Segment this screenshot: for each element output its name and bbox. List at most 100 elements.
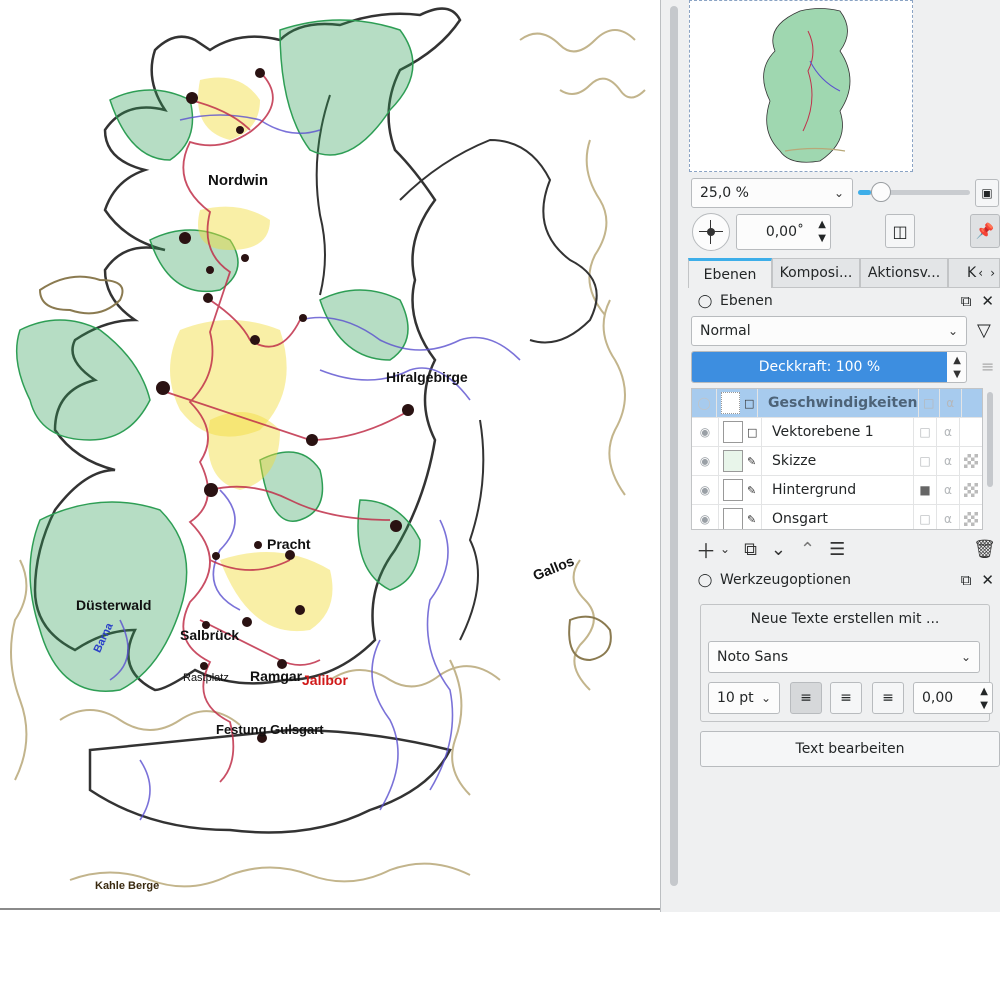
move-layer-up-icon[interactable]: ⌃ (800, 539, 815, 560)
tool-options-title-text: Werkzeugoptionen (720, 572, 851, 588)
alpha-lock-icon[interactable]: α (939, 389, 960, 417)
filter-icon[interactable]: ▽ (977, 320, 991, 341)
alpha-lock-icon[interactable]: α (936, 418, 959, 446)
letter-spacing-spinbox[interactable]: 0,00 ▲ ▼ (913, 682, 993, 714)
close-docker-icon[interactable]: ✕ (981, 571, 994, 589)
inherit-alpha-icon[interactable] (959, 447, 982, 475)
align-center-icon: ≡ (840, 690, 852, 706)
lock-icon[interactable]: □ (917, 389, 939, 417)
rotation-spinbox[interactable]: 0,00˚ ▲ ▼ (736, 214, 831, 250)
map-label-kahle-berge: Kahle Berge (95, 880, 160, 892)
layer-row[interactable]: ◉ ✎ Hintergrund ■ α (692, 476, 982, 505)
visibility-eye-icon[interactable]: ◉ (692, 447, 719, 475)
canvas-vertical-scrollbar[interactable] (660, 0, 689, 912)
blend-mode-select[interactable]: Normal ⌄ (691, 316, 967, 346)
font-select[interactable]: Noto Sans ⌄ (708, 641, 980, 673)
lock-icon[interactable]: □ (913, 418, 936, 446)
alpha-lock-icon[interactable]: α (936, 505, 959, 529)
inherit-alpha-icon[interactable] (959, 418, 982, 446)
visibility-eye-icon[interactable]: ◉ (692, 505, 719, 529)
zoom-value: 25,0 % (700, 185, 749, 201)
navigator-preview[interactable] (689, 0, 913, 172)
tab-aktionsverlauf[interactable]: Aktionsv... (860, 258, 948, 288)
delete-layer-icon[interactable]: 🗑 (973, 539, 996, 560)
layer-row[interactable]: ◉ ✎ Onsgart □ α (692, 505, 982, 529)
layer-name: Skizze (761, 447, 913, 475)
layer-properties-icon[interactable]: ☰ (829, 539, 845, 560)
map-label-hiralgebirge: Hiralgebirge (386, 369, 468, 385)
mountain-scribbles (10, 29, 646, 888)
inherit-alpha-icon[interactable] (959, 505, 982, 529)
edit-text-label: Text bearbeiten (795, 741, 905, 757)
align-left-icon: ≡ (800, 690, 812, 706)
map-label-ramgar: Ramgar (250, 668, 303, 684)
paint-layer-icon: ✎ (747, 483, 757, 497)
layer-name: Geschwindigkeiten (757, 389, 918, 417)
drawing-canvas[interactable]: Nordwin Hiralgebirge Pracht Gallos Düste… (0, 0, 660, 910)
alpha-lock-icon[interactable]: α (936, 447, 959, 475)
scrollbar-thumb[interactable] (670, 6, 678, 886)
lock-icon[interactable]: □ (913, 505, 936, 529)
visibility-eye-icon[interactable]: ◉ (692, 418, 719, 446)
lock-docker-icon[interactable]: ◯ (694, 573, 716, 588)
tab-scroll-right-icon[interactable]: › (990, 266, 995, 280)
close-docker-icon[interactable]: ✕ (981, 292, 994, 310)
zoom-slider[interactable] (858, 182, 970, 202)
align-left-button[interactable]: ≡ (790, 682, 822, 714)
layer-thumbnail (723, 479, 743, 501)
alpha-lock-icon[interactable]: α (936, 476, 959, 504)
layer-row[interactable]: ◯ □ Geschwindigkeiten □ α (692, 389, 982, 418)
font-value: Noto Sans (717, 649, 789, 665)
layers-docker-title: ◯ Ebenen ⧉ ✕ (688, 288, 1000, 314)
fit-view-button[interactable]: ▣ (975, 179, 999, 207)
inherit-alpha-icon[interactable] (959, 476, 982, 504)
layer-row[interactable]: ◉ ✎ Skizze □ α (692, 447, 982, 476)
pin-icon: 📌 (975, 222, 995, 240)
layer-name: Onsgart (761, 505, 913, 529)
create-texts-label: Neue Texte erstellen mit ... (750, 611, 940, 627)
opacity-label: Deckkraft: 100 % (758, 359, 881, 375)
lock-docker-icon[interactable]: ◯ (694, 294, 716, 309)
float-docker-icon[interactable]: ⧉ (961, 571, 972, 589)
visibility-eye-icon[interactable]: ◉ (692, 476, 719, 504)
pin-button[interactable]: 📌 (970, 214, 1000, 248)
edit-text-button[interactable]: Text bearbeiten (700, 731, 1000, 767)
layer-row[interactable]: ◉ □ Vektorebene 1 □ α (692, 418, 982, 447)
tab-scroll-left-icon[interactable]: ‹ (978, 266, 983, 280)
align-center-button[interactable]: ≡ (830, 682, 862, 714)
opacity-slider[interactable]: Deckkraft: 100 % ▲ ▼ (691, 351, 967, 383)
visibility-eye-icon[interactable]: ◯ (692, 389, 718, 417)
layer-list-scrollbar[interactable] (986, 392, 994, 522)
layer-thumbnail (723, 421, 743, 443)
tab-kompositionen[interactable]: Komposi... (772, 258, 860, 288)
paint-layer-icon: ✎ (747, 512, 757, 526)
zoom-slider-handle[interactable] (871, 182, 892, 202)
tab-kompositionen-label: Komposi... (779, 265, 853, 281)
duplicate-layer-icon[interactable]: ⧉ (744, 539, 757, 560)
align-right-icon: ≡ (882, 690, 894, 706)
tool-options-docker-title: ◯ Werkzeugoptionen ⧉ ✕ (688, 567, 1000, 593)
layer-menu-icon[interactable]: ≡ (981, 357, 994, 376)
layers-docker-title-text: Ebenen (720, 293, 773, 309)
rotation-dial[interactable] (692, 213, 730, 251)
tab-ebenen-label: Ebenen (703, 266, 757, 283)
lock-icon[interactable]: ■ (913, 476, 936, 504)
align-right-button[interactable]: ≡ (872, 682, 904, 714)
font-size-select[interactable]: 10 pt ⌄ (708, 682, 780, 714)
mirror-view-button[interactable]: ◫ (885, 214, 915, 248)
tab-ebenen[interactable]: Ebenen (688, 258, 772, 288)
chevron-down-icon: ⌄ (947, 324, 958, 338)
tab-k[interactable]: K ‹ › (948, 258, 1000, 288)
move-layer-down-icon[interactable]: ⌄ (771, 539, 786, 560)
navigator-thumbnail (690, 1, 912, 171)
add-layer-icon[interactable]: ＋ (696, 535, 716, 564)
layer-list: ◯ □ Geschwindigkeiten □ α ◉ □ Vektoreben… (691, 388, 983, 530)
inherit-alpha-icon[interactable] (960, 389, 982, 417)
lock-icon[interactable]: □ (913, 447, 936, 475)
layer-name: Hintergrund (761, 476, 913, 504)
spin-arrows-icon: ▲ ▼ (953, 355, 961, 380)
empty-area (0, 912, 1000, 1000)
zoom-combo[interactable]: 25,0 % ⌄ (691, 178, 853, 208)
float-docker-icon[interactable]: ⧉ (961, 292, 972, 310)
chevron-down-icon[interactable]: ⌄ (720, 542, 730, 556)
